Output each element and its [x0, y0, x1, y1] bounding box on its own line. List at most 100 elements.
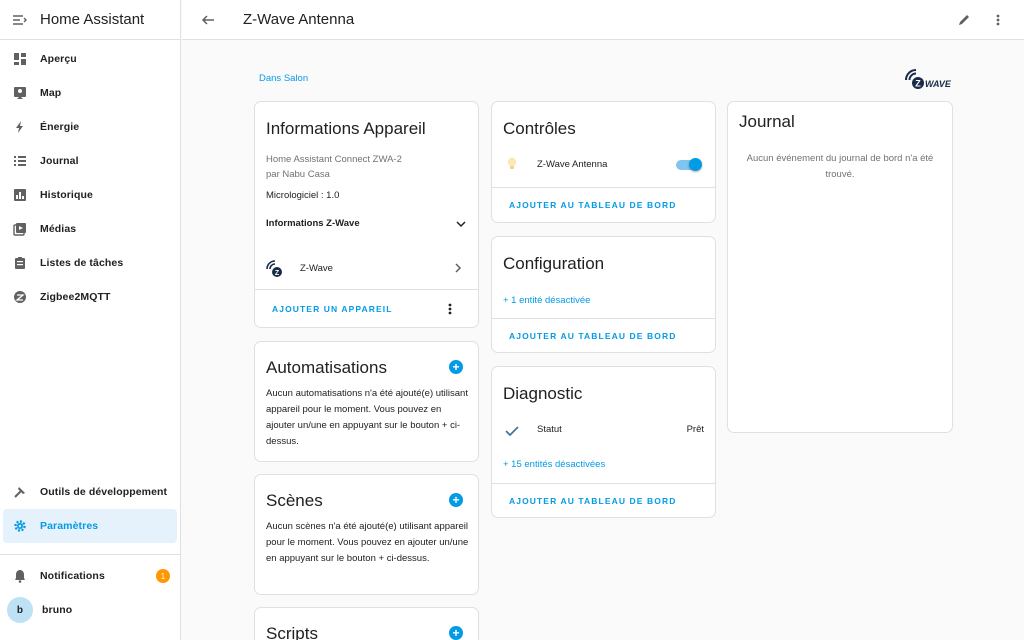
- entity-toggle[interactable]: [676, 158, 702, 171]
- user-name: bruno: [42, 604, 73, 616]
- sidebar-bottom: Outils de développement Paramètres Notif…: [0, 475, 180, 627]
- top-actions: [956, 12, 1024, 28]
- area-link[interactable]: Dans Salon: [259, 73, 308, 84]
- bell-icon: [12, 568, 28, 584]
- card-title: Contrôles: [503, 119, 576, 138]
- journal-card: Journal Aucun événement du journal de bo…: [727, 101, 953, 433]
- sidebar-item-label: Zigbee2MQTT: [40, 291, 111, 303]
- controls-card: Contrôles Z-Wave Antenna AJOUTER AU TABL…: [491, 101, 716, 223]
- sidebar-item-historique[interactable]: Historique: [0, 178, 180, 212]
- sidebar-item-label: Listes de tâches: [40, 257, 124, 269]
- sidebar-item-label: Paramètres: [40, 520, 99, 532]
- zwave-icon: Z: [266, 260, 286, 278]
- zwave-integration-row[interactable]: Z Z-Wave: [266, 260, 462, 278]
- lightning-icon: [12, 119, 28, 135]
- sidebar-item-notifications[interactable]: Notifications 1: [0, 559, 180, 593]
- chevron-right-icon: [454, 260, 462, 278]
- entity-name: Z-Wave Antenna: [537, 159, 608, 170]
- journal-empty-text: Aucun événement du journal de bord n'a é…: [746, 153, 934, 180]
- card-title: Informations Appareil: [266, 119, 426, 138]
- sidebar-item-label: Notifications: [40, 570, 105, 582]
- top-bar: Z-Wave Antenna: [182, 0, 1024, 40]
- main-content: Dans Salon Z WAVE Informations Appareil …: [182, 41, 1024, 640]
- sidebar-item-user[interactable]: b bruno: [0, 593, 180, 627]
- scripts-card: Scripts +: [254, 607, 479, 640]
- card-title: Journal: [739, 112, 795, 131]
- disabled-entities-link[interactable]: + 15 entités désactivées: [503, 459, 605, 470]
- more-vertical-icon[interactable]: [990, 12, 1006, 28]
- pencil-icon[interactable]: [956, 12, 972, 28]
- add-to-dashboard-label: AJOUTER AU TABLEAU DE BORD: [509, 200, 677, 210]
- sidebar-item-energie[interactable]: Énergie: [0, 110, 180, 144]
- sidebar-item-dev-tools[interactable]: Outils de développement: [0, 475, 180, 509]
- sidebar-item-label: Map: [40, 87, 62, 99]
- dashboard-icon: [12, 51, 28, 67]
- sidebar-item-zigbee2mqtt[interactable]: Zigbee2MQTT: [0, 280, 180, 314]
- zwave-logo: Z WAVE: [904, 68, 956, 97]
- clipboard-list-icon: [12, 255, 28, 271]
- menu-collapse-icon[interactable]: [12, 12, 28, 28]
- add-scene-button[interactable]: +: [449, 493, 463, 507]
- chart-bar-icon: [12, 187, 28, 203]
- sidebar-header: Home Assistant: [0, 0, 180, 40]
- svg-text:Z: Z: [275, 270, 280, 277]
- configuration-card: Configuration + 1 entité désactivée AJOU…: [491, 236, 716, 353]
- scenes-card: Scènes + Aucun scènes n'a été ajouté(e) …: [254, 474, 479, 595]
- svg-text:Z: Z: [915, 79, 921, 89]
- automations-card: Automatisations + Aucun automatisations …: [254, 341, 479, 462]
- notifications-badge: 1: [156, 569, 170, 583]
- more-vertical-icon[interactable]: [448, 302, 452, 318]
- sidebar-item-listes[interactable]: Listes de tâches: [0, 246, 180, 280]
- map-icon: [12, 85, 28, 101]
- sidebar-divider: [0, 554, 180, 555]
- sidebar: Home Assistant Aperçu Map Énergie Journa…: [0, 0, 181, 640]
- disabled-entities-link[interactable]: + 1 entité désactivée: [503, 295, 590, 306]
- device-manufacturer: par Nabu Casa: [266, 169, 330, 180]
- sidebar-item-label: Historique: [40, 189, 93, 201]
- device-firmware: Micrologiciel : 1.0: [266, 190, 340, 201]
- media-play-icon: [12, 221, 28, 237]
- add-automation-button[interactable]: +: [449, 360, 463, 374]
- list-icon: [12, 153, 28, 169]
- add-to-dashboard-button[interactable]: AJOUTER AU TABLEAU DE BORD: [492, 187, 715, 222]
- sidebar-item-label: Aperçu: [40, 53, 77, 65]
- card-title: Diagnostic: [503, 384, 583, 403]
- status-value: Prêt: [686, 424, 704, 435]
- device-info-card: Informations Appareil Home Assistant Con…: [254, 101, 479, 328]
- add-device-button[interactable]: AJOUTER UN APPAREIL: [255, 289, 478, 327]
- sidebar-item-label: Médias: [40, 223, 77, 235]
- hammer-icon: [12, 484, 28, 500]
- add-to-dashboard-label: AJOUTER AU TABLEAU DE BORD: [509, 495, 677, 506]
- add-to-dashboard-button[interactable]: AJOUTER AU TABLEAU DE BORD: [492, 318, 715, 352]
- add-device-label: AJOUTER UN APPAREIL: [272, 303, 393, 314]
- add-script-button[interactable]: +: [449, 626, 463, 640]
- avatar: b: [7, 597, 33, 623]
- svg-text:WAVE: WAVE: [925, 79, 952, 89]
- lightbulb-icon: [507, 157, 517, 176]
- page-title: Z-Wave Antenna: [243, 11, 355, 28]
- sidebar-item-medias[interactable]: Médias: [0, 212, 180, 246]
- sidebar-item-parametres[interactable]: Paramètres: [3, 509, 177, 543]
- chevron-down-icon: [456, 215, 466, 233]
- zigbee-icon: [12, 289, 28, 305]
- check-icon: [505, 424, 519, 442]
- card-title: Scènes: [266, 491, 323, 510]
- card-title: Scripts: [266, 624, 318, 640]
- sidebar-item-apercu[interactable]: Aperçu: [0, 42, 180, 76]
- sidebar-item-label: Énergie: [40, 121, 80, 133]
- card-title: Automatisations: [266, 358, 387, 377]
- zwave-info-expander[interactable]: Informations Z-Wave: [266, 216, 466, 232]
- toggle-knob: [689, 158, 702, 171]
- sidebar-item-label: Outils de développement: [40, 486, 168, 498]
- device-model: Home Assistant Connect ZWA-2: [266, 154, 402, 165]
- back-arrow-icon[interactable]: [201, 12, 217, 28]
- add-to-dashboard-label: AJOUTER AU TABLEAU DE BORD: [509, 330, 677, 341]
- add-to-dashboard-button[interactable]: AJOUTER AU TABLEAU DE BORD: [492, 483, 715, 517]
- zwave-info-label: Informations Z-Wave: [266, 218, 360, 229]
- card-title: Configuration: [503, 254, 605, 273]
- scenes-empty-text: Aucun scènes n'a été ajouté(e) utilisant…: [266, 521, 469, 564]
- sidebar-title: Home Assistant: [40, 11, 145, 28]
- integration-label: Z-Wave: [300, 263, 333, 274]
- sidebar-item-journal[interactable]: Journal: [0, 144, 180, 178]
- sidebar-item-map[interactable]: Map: [0, 76, 180, 110]
